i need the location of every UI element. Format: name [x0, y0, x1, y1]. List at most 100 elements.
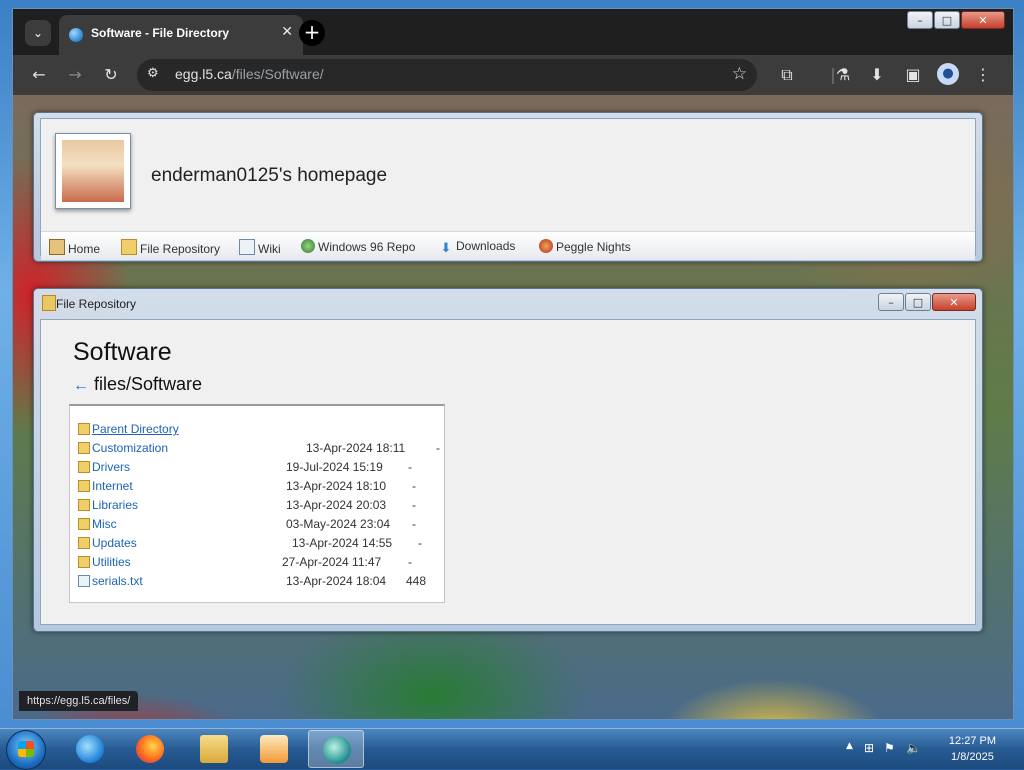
url-text: egg.l5.ca/files/Software/ [175, 66, 324, 82]
labs-flask-icon[interactable]: ⚗ [831, 63, 855, 87]
home-icon [49, 239, 65, 255]
folder-icon [200, 735, 228, 763]
tab-close-icon[interactable]: ✕ [281, 24, 293, 40]
folder-icon [78, 461, 90, 473]
peggle-icon [539, 239, 553, 253]
page-title: Software [73, 338, 172, 366]
browser-toolbar: ← → ↻ ⚙ egg.l5.ca/files/Software/ ☆ ⧉ | … [13, 55, 1013, 95]
site-info-icon[interactable]: ⚙ [147, 66, 159, 81]
folder-icon [121, 239, 137, 255]
file-repository-titlebar: File Repository – □ ✕ [34, 289, 982, 315]
globe-icon [301, 239, 315, 253]
taskbar-media-player[interactable] [246, 730, 302, 768]
nav-downloads-label: Downloads [456, 239, 516, 253]
nav-home[interactable]: Home [49, 239, 100, 256]
clock-date: 1/8/2025 [951, 751, 994, 763]
fox-girl-avatar-image [62, 140, 124, 202]
file-name-link[interactable]: Drivers [92, 460, 130, 474]
reload-icon[interactable]: ↻ [99, 63, 123, 87]
site-header-window: enderman0125's homepage Home File Reposi… [33, 112, 983, 262]
folder-icon [78, 518, 90, 530]
nav-file-repository[interactable]: File Repository [121, 239, 220, 256]
nav-downloads[interactable]: ⬇ Downloads [439, 239, 516, 255]
file-size: - [408, 460, 412, 474]
file-date: 13-Apr-2024 18:11 [306, 441, 406, 455]
taskbar-firefox[interactable] [122, 730, 178, 768]
breadcrumb-path: files/Software [94, 374, 203, 394]
new-tab-button[interactable]: + [299, 20, 325, 46]
close-button[interactable]: ✕ [961, 11, 1005, 29]
minimize-button[interactable]: – [907, 11, 933, 29]
folder-icon [42, 295, 56, 311]
file-name-link[interactable]: Libraries [92, 498, 138, 512]
action-center-flag-icon[interactable]: ⚑ [884, 741, 895, 755]
parent-directory-link[interactable]: Parent Directory [92, 422, 179, 436]
file-name-link[interactable]: Customization [92, 441, 168, 455]
extensions-icon[interactable]: ⧉ [775, 63, 799, 87]
file-listing: Parent Directory Customization 13-Apr-202… [69, 404, 445, 603]
download-arrow-icon: ⬇ [440, 240, 452, 255]
text-file-icon [78, 575, 90, 587]
file-size: - [418, 536, 422, 550]
repo-close-button[interactable]: ✕ [932, 293, 976, 311]
repo-maximize-button[interactable]: □ [905, 293, 931, 311]
file-date: 19-Jul-2024 15:19 [286, 460, 383, 474]
taskbar-browser[interactable] [308, 730, 364, 768]
file-size: - [412, 517, 416, 531]
tab-title: Software - File Directory [91, 26, 230, 40]
nav-home-label: Home [68, 242, 101, 256]
nav-peggle-nights[interactable]: Peggle Nights [539, 239, 631, 254]
page-viewport: enderman0125's homepage Home File Reposi… [13, 95, 1013, 719]
menu-kebab-icon[interactable]: ⋮ [971, 63, 995, 87]
tab-search-button[interactable]: ⌄ [25, 20, 51, 46]
file-repository-title: File Repository [56, 297, 137, 311]
tab-software-file-directory[interactable]: Software - File Directory ✕ [59, 15, 303, 55]
taskbar-file-explorer[interactable] [186, 730, 242, 768]
address-bar[interactable]: ⚙ egg.l5.ca/files/Software/ ☆ [137, 59, 757, 91]
browser-window: ⌄ Software - File Directory ✕ + – □ ✕ ← … [12, 8, 1014, 720]
start-button[interactable] [6, 730, 46, 770]
nav-windows-96-repo[interactable]: Windows 96 Repo [301, 239, 415, 254]
file-name-link[interactable]: Misc [92, 517, 117, 531]
nav-wiki[interactable]: Wiki [239, 239, 281, 256]
parent-folder-icon [78, 423, 90, 435]
folder-icon [78, 480, 90, 492]
back-arrow-icon[interactable]: ← [27, 63, 51, 87]
side-panel-icon[interactable]: ▣ [901, 63, 925, 87]
clock[interactable]: 12:27 PM 1/8/2025 [949, 733, 996, 765]
profile-avatar-icon[interactable]: ● [937, 63, 959, 85]
file-date: 27-Apr-2024 11:47 [282, 555, 382, 569]
clock-time: 12:27 PM [948, 735, 996, 747]
file-name-link[interactable]: Internet [92, 479, 133, 493]
file-name-link[interactable]: Updates [92, 536, 137, 550]
folder-icon [78, 442, 90, 454]
file-repository-content: Software ← files/Software Parent Directo… [40, 319, 976, 625]
file-name-link[interactable]: serials.txt [92, 574, 143, 588]
site-header: enderman0125's homepage Home File Reposi… [40, 118, 976, 260]
globe-icon [69, 28, 83, 42]
volume-muted-icon[interactable]: 🔈 [906, 741, 921, 755]
url-domain: egg.l5.ca [175, 66, 232, 82]
file-name-link[interactable]: Utilities [92, 555, 131, 569]
repo-minimize-button[interactable]: – [878, 293, 904, 311]
book-icon [239, 239, 255, 255]
network-icon[interactable]: ⊞ [864, 741, 874, 755]
download-icon[interactable]: ⬇ [865, 63, 889, 87]
file-date: 13-Apr-2024 14:55 [292, 536, 393, 550]
file-size: - [408, 555, 412, 569]
file-date: 13-Apr-2024 18:04 [286, 574, 387, 588]
forward-arrow-icon[interactable]: → [63, 63, 87, 87]
file-date: 13-Apr-2024 20:03 [286, 498, 387, 512]
system-tray: ▲ ⊞ ⚑ 🔈 12:27 PM 1/8/2025 [838, 729, 1018, 769]
browser-app-icon [323, 736, 351, 764]
bookmark-star-icon[interactable]: ☆ [732, 64, 747, 84]
back-link-arrow-icon[interactable]: ← [73, 377, 89, 394]
maximize-button[interactable]: □ [934, 11, 960, 29]
site-avatar [55, 133, 131, 209]
windows-logo-icon [18, 741, 34, 757]
show-hidden-icons-chevron-icon[interactable]: ▲ [846, 741, 853, 751]
site-nav: Home File Repository Wiki Windows 96 Rep… [41, 231, 975, 260]
breadcrumb: ← files/Software [73, 374, 202, 395]
nav-peggle-nights-label: Peggle Nights [556, 240, 631, 254]
taskbar-internet-explorer[interactable] [62, 730, 118, 768]
